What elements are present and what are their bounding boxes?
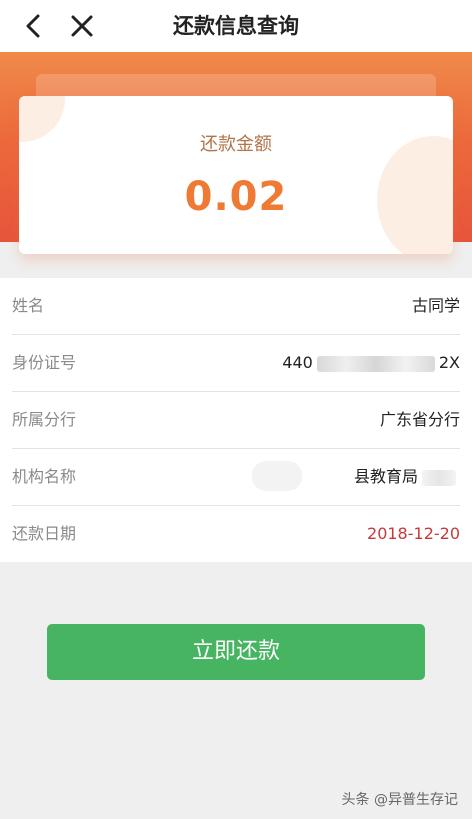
date-value: 2018-12-20 bbox=[367, 524, 460, 543]
amount-label: 还款金额 bbox=[200, 134, 272, 155]
id-prefix: 440 bbox=[282, 353, 313, 372]
info-list: 姓名 古同学 身份证号 440 2X 所属分行 广东省分行 机构名称 县教育局 还… bbox=[0, 278, 472, 562]
org-value: 县教育局 bbox=[354, 449, 460, 505]
info-row-date: 还款日期 2018-12-20 bbox=[12, 506, 460, 562]
repay-now-button[interactable]: 立即还款 bbox=[47, 624, 425, 680]
branch-label: 所属分行 bbox=[12, 410, 77, 429]
info-row-org: 机构名称 县教育局 bbox=[12, 449, 460, 506]
id-value: 440 2X bbox=[282, 335, 460, 391]
info-row-name: 姓名 古同学 bbox=[12, 278, 460, 335]
date-label: 还款日期 bbox=[12, 524, 77, 543]
redaction-mask bbox=[316, 355, 435, 372]
id-suffix: 2X bbox=[438, 353, 460, 372]
name-label: 姓名 bbox=[12, 296, 45, 315]
amount-card: 还款金额 0.02 bbox=[19, 96, 453, 254]
top-nav-bar: 还款信息查询 bbox=[0, 0, 472, 52]
amount-value: 0.02 bbox=[184, 174, 288, 220]
org-text: 县教育局 bbox=[353, 467, 418, 486]
id-label: 身份证号 bbox=[12, 353, 77, 372]
info-row-id: 身份证号 440 2X bbox=[12, 335, 460, 392]
page-title: 还款信息查询 bbox=[173, 14, 299, 38]
org-label: 机构名称 bbox=[12, 467, 77, 486]
name-value: 古同学 bbox=[411, 296, 460, 315]
watermark: 头条 @异普生存记 bbox=[341, 792, 458, 808]
redaction-mask bbox=[422, 469, 456, 486]
info-row-branch: 所属分行 广东省分行 bbox=[12, 392, 460, 449]
branch-value: 广东省分行 bbox=[379, 410, 460, 429]
redaction-mask bbox=[252, 461, 302, 491]
